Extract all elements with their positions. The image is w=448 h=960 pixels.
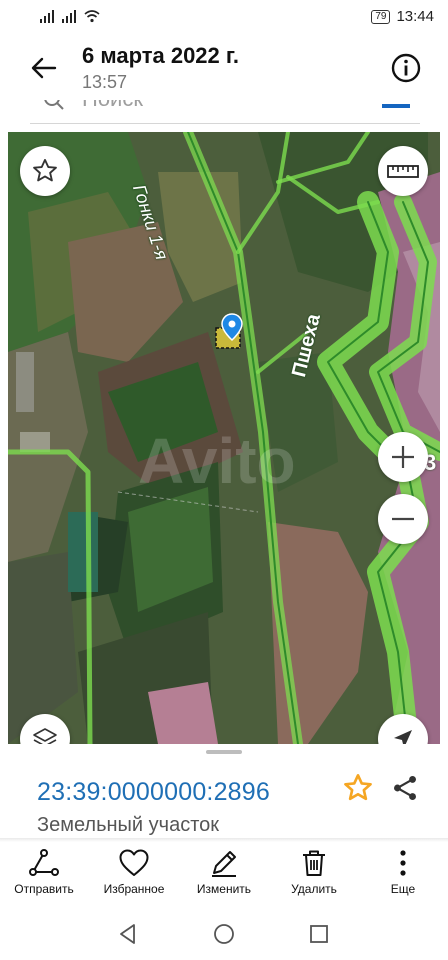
search-bar[interactable]: Поиск bbox=[0, 100, 448, 132]
map-view[interactable]: Гонки 1-я Пшеха Avito 3 bbox=[8, 132, 440, 744]
delete-button[interactable]: Удалить bbox=[266, 848, 362, 896]
app-header: 6 марта 2022 г. 13:57 bbox=[0, 34, 448, 100]
delete-label: Удалить bbox=[291, 882, 337, 896]
navigation-arrow-icon bbox=[394, 730, 412, 744]
clock: 13:44 bbox=[396, 8, 434, 25]
action-bar: Отправить Избранное Изменить Удалить Еще bbox=[0, 842, 448, 904]
arrow-left-icon bbox=[31, 57, 57, 79]
ruler-icon bbox=[387, 165, 419, 178]
ruler-button[interactable] bbox=[378, 146, 428, 196]
plus-icon bbox=[392, 446, 414, 468]
wifi-icon bbox=[84, 10, 100, 23]
send-button[interactable]: Отправить bbox=[0, 848, 92, 896]
favorites-label: Избранное bbox=[103, 882, 165, 896]
share-icon[interactable] bbox=[392, 774, 418, 802]
search-field[interactable]: Поиск bbox=[30, 100, 420, 124]
share-route-icon bbox=[29, 849, 59, 876]
heart-icon bbox=[119, 849, 149, 876]
search-icon bbox=[44, 100, 64, 110]
page-subtitle: 13:57 bbox=[82, 72, 128, 92]
battery-icon: 79 bbox=[371, 9, 391, 24]
layers-icon bbox=[33, 728, 57, 744]
system-nav-bar bbox=[0, 904, 448, 960]
info-icon[interactable] bbox=[390, 52, 422, 84]
more-button[interactable]: Еще bbox=[355, 848, 448, 896]
nav-back-icon[interactable] bbox=[116, 922, 140, 946]
minus-icon bbox=[392, 517, 414, 521]
search-input[interactable]: Поиск bbox=[82, 100, 143, 112]
zoom-in-button[interactable] bbox=[378, 432, 428, 482]
nav-home-icon[interactable] bbox=[212, 922, 236, 946]
signal-icon-2 bbox=[62, 9, 76, 23]
favorite-star-icon[interactable] bbox=[342, 772, 374, 804]
edit-button[interactable]: Изменить bbox=[176, 848, 272, 896]
status-right: 79 13:44 bbox=[371, 8, 434, 25]
sheet-drag-handle[interactable] bbox=[206, 750, 242, 754]
nav-recents-icon[interactable] bbox=[307, 922, 331, 946]
zoom-out-button[interactable] bbox=[378, 494, 428, 544]
status-icons bbox=[40, 9, 100, 23]
status-bar: 79 13:44 bbox=[0, 0, 448, 34]
more-vertical-icon bbox=[400, 850, 406, 876]
parcel-sheet[interactable]: 23:39:0000000:2896 Земельный участок bbox=[0, 744, 448, 838]
signal-icon bbox=[40, 9, 54, 23]
star-outline-icon bbox=[33, 158, 57, 182]
send-label: Отправить bbox=[14, 882, 74, 896]
cadastral-number[interactable]: 23:39:0000000:2896 bbox=[37, 778, 270, 807]
watermark: Avito bbox=[138, 425, 296, 497]
more-label: Еще bbox=[390, 882, 416, 896]
pencil-icon bbox=[212, 851, 236, 877]
land-type: Земельный участок bbox=[37, 814, 220, 836]
favorites-button[interactable]: Избранное bbox=[86, 848, 182, 896]
map-favorite-button[interactable] bbox=[20, 146, 70, 196]
back-button[interactable] bbox=[24, 48, 64, 88]
trash-icon bbox=[303, 850, 325, 876]
page-title: 6 марта 2022 г. bbox=[82, 43, 239, 68]
search-accent bbox=[382, 100, 410, 108]
edit-label: Изменить bbox=[196, 882, 252, 896]
